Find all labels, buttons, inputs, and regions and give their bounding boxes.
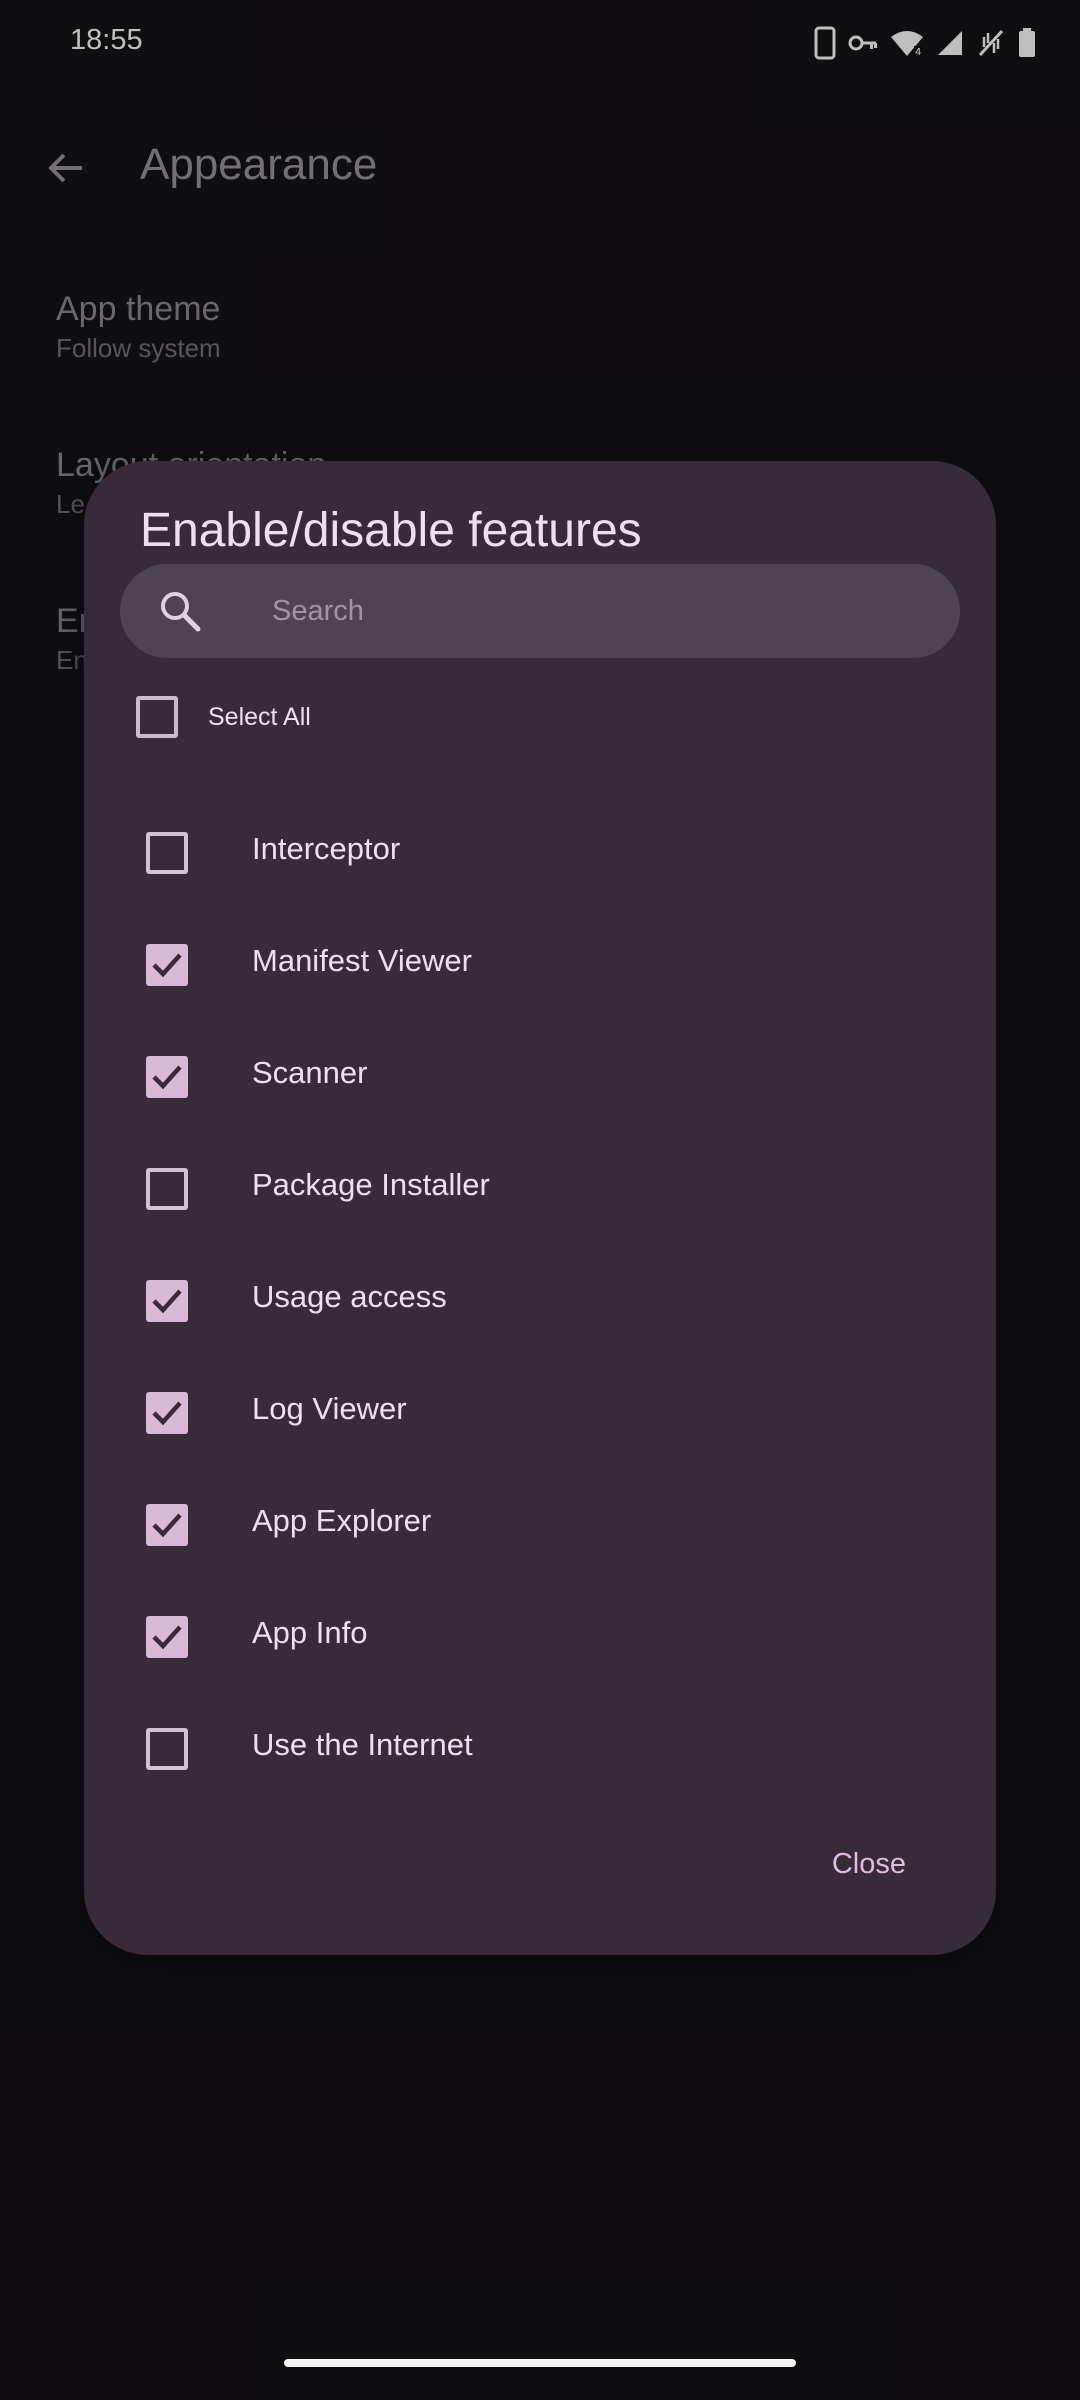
- select-all-label: Select All: [208, 702, 311, 731]
- feature-checkbox[interactable]: [146, 1392, 188, 1434]
- feature-list: Interceptor Manifest Viewer Scanner Pack…: [84, 796, 996, 1804]
- feature-item-manifest-viewer[interactable]: Manifest Viewer: [84, 908, 996, 1020]
- feature-checkbox[interactable]: [146, 1616, 188, 1658]
- feature-item-usage-access[interactable]: Usage access: [84, 1244, 996, 1356]
- feature-item-log-viewer[interactable]: Log Viewer: [84, 1356, 996, 1468]
- feature-label: Manifest Viewer: [252, 943, 472, 978]
- search-input[interactable]: [272, 564, 922, 658]
- feature-item-app-info[interactable]: App Info: [84, 1580, 996, 1692]
- feature-item-app-explorer[interactable]: App Explorer: [84, 1468, 996, 1580]
- select-all-row[interactable]: Select All: [136, 691, 311, 743]
- dialog-title: Enable/disable features: [140, 504, 642, 557]
- check-icon: [152, 1513, 182, 1538]
- check-icon: [152, 1065, 182, 1090]
- feature-item-use-the-internet[interactable]: Use the Internet: [84, 1692, 996, 1804]
- navigation-handle[interactable]: [284, 2359, 796, 2367]
- feature-label: Interceptor: [252, 831, 401, 866]
- feature-checkbox[interactable]: [146, 944, 188, 986]
- features-dialog: Enable/disable features Select All Inter…: [84, 461, 996, 1955]
- feature-checkbox[interactable]: [146, 832, 188, 874]
- feature-item-package-installer[interactable]: Package Installer: [84, 1132, 996, 1244]
- feature-checkbox[interactable]: [146, 1280, 188, 1322]
- search-bar[interactable]: [120, 564, 960, 658]
- screen: 18:55 4 Appearance App theme Follow syst…: [0, 0, 1080, 2400]
- feature-label: Package Installer: [252, 1167, 490, 1202]
- feature-checkbox[interactable]: [146, 1056, 188, 1098]
- feature-label: Use the Internet: [252, 1727, 473, 1762]
- feature-checkbox[interactable]: [146, 1168, 188, 1210]
- check-icon: [152, 1625, 182, 1650]
- search-icon: [158, 589, 202, 633]
- close-button[interactable]: Close: [832, 1848, 906, 1881]
- check-icon: [152, 1401, 182, 1426]
- feature-item-scanner[interactable]: Scanner: [84, 1020, 996, 1132]
- select-all-checkbox[interactable]: [136, 696, 178, 738]
- check-icon: [152, 953, 182, 978]
- feature-label: App Info: [252, 1615, 368, 1650]
- feature-checkbox[interactable]: [146, 1728, 188, 1770]
- feature-checkbox[interactable]: [146, 1504, 188, 1546]
- feature-label: Scanner: [252, 1055, 368, 1090]
- feature-label: App Explorer: [252, 1503, 432, 1538]
- feature-label: Log Viewer: [252, 1391, 407, 1426]
- check-icon: [152, 1289, 182, 1314]
- feature-label: Usage access: [252, 1279, 447, 1314]
- feature-item-interceptor[interactable]: Interceptor: [84, 796, 996, 908]
